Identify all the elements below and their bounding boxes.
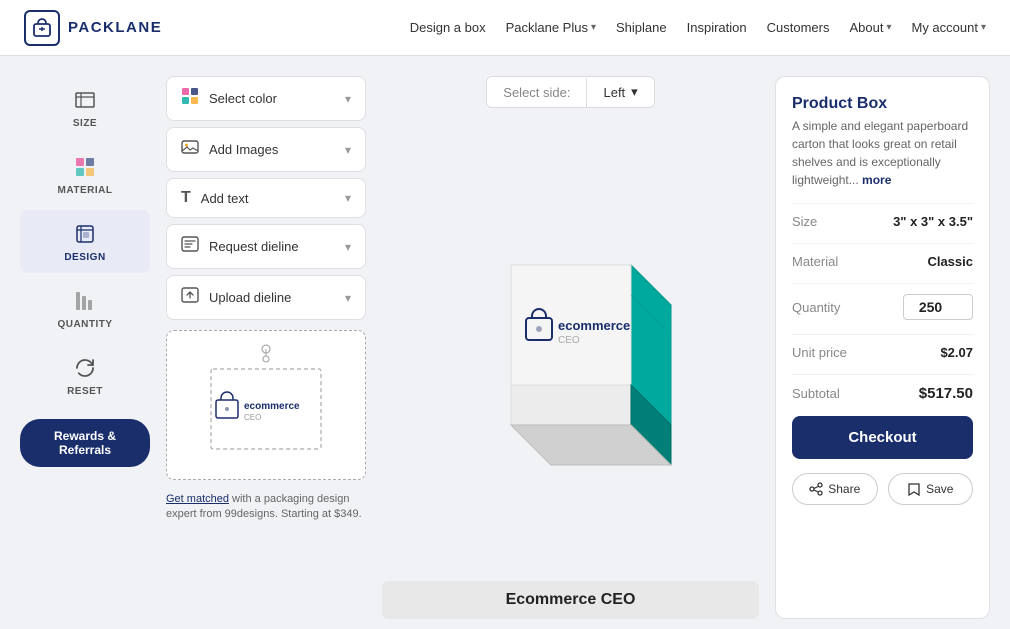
nav-design-a-box[interactable]: Design a box (410, 20, 486, 35)
product-box-3d: ecommerce CEO (431, 205, 711, 485)
quantity-input[interactable] (903, 294, 973, 320)
logo-area: PACKLANE (24, 10, 162, 46)
product-description: A simple and elegant paperboard carton t… (792, 117, 973, 189)
select-side-dropdown[interactable]: Left ▾ (587, 77, 653, 107)
text-icon: T (181, 189, 191, 207)
logo-icon (24, 10, 60, 46)
size-icon (71, 86, 99, 114)
select-side-bar: Select side: Left ▾ (486, 76, 654, 108)
add-images-option[interactable]: Add Images ▾ (166, 127, 366, 172)
action-row: Share Save (792, 473, 973, 505)
chevron-down-icon: ▾ (886, 22, 891, 33)
product-title: Product Box (792, 95, 973, 113)
svg-text:ecommerce: ecommerce (558, 318, 630, 333)
get-matched-link[interactable]: Get matched (166, 493, 229, 505)
chevron-down-icon: ▾ (345, 191, 351, 205)
bookmark-icon (907, 482, 921, 496)
select-color-option[interactable]: Select color ▾ (166, 76, 366, 121)
chevron-down-icon: ▾ (345, 291, 351, 305)
checkout-button[interactable]: Checkout (792, 416, 973, 459)
box-3d-container: ecommerce CEO (382, 120, 759, 569)
chevron-down-icon: ▾ (345, 143, 351, 157)
sidebar-item-design[interactable]: DESIGN (20, 210, 150, 273)
product-name-bar: Ecommerce CEO (382, 581, 759, 619)
share-icon (809, 482, 823, 496)
navbar: PACKLANE Design a box Packlane Plus ▾ Sh… (0, 0, 1010, 56)
material-icon (71, 153, 99, 181)
sidebar-item-reset[interactable]: RESET (20, 344, 150, 407)
nav-about[interactable]: About ▾ (849, 20, 891, 35)
nav-inspiration[interactable]: Inspiration (687, 20, 747, 35)
main-content: SIZE MATERIAL DESIGN (0, 56, 1010, 629)
dieline-icon (181, 235, 199, 258)
design-panel: Select color ▾ Add Images ▾ T Add tex (166, 76, 366, 619)
get-matched-text: Get matched with a packaging design expe… (166, 492, 366, 523)
spec-row-quantity: Quantity (792, 283, 973, 320)
logo-text: PACKLANE (68, 19, 162, 36)
request-dieline-option[interactable]: Request dieline ▾ (166, 224, 366, 269)
nav-my-account[interactable]: My account ▾ (911, 20, 986, 35)
sidebar-item-material[interactable]: MATERIAL (20, 143, 150, 206)
spec-row-size: Size 3" x 3" x 3.5" (792, 203, 973, 229)
left-sidebar: SIZE MATERIAL DESIGN (20, 76, 150, 619)
quantity-icon (71, 287, 99, 315)
more-link[interactable]: more (862, 173, 891, 187)
upload-icon (181, 286, 199, 309)
image-icon (181, 138, 199, 161)
save-button[interactable]: Save (888, 473, 974, 505)
spec-row-material: Material Classic (792, 243, 973, 269)
nav-packlane-plus[interactable]: Packlane Plus ▾ (506, 20, 596, 35)
design-icon (71, 220, 99, 248)
nav-shiplane[interactable]: Shiplane (616, 20, 667, 35)
select-side-label: Select side: (487, 78, 587, 107)
add-text-option[interactable]: T Add text ▾ (166, 178, 366, 218)
design-preview: ecommerce CEO (166, 330, 366, 480)
svg-text:CEO: CEO (558, 335, 580, 346)
chevron-down-icon: ▾ (631, 84, 638, 100)
right-panel: Product Box A simple and elegant paperbo… (775, 76, 990, 619)
center-area: Select side: Left ▾ (382, 76, 759, 619)
spec-row-unit-price: Unit price $2.07 (792, 334, 973, 360)
svg-text:CEO: CEO (244, 413, 261, 422)
nav-links: Design a box Packlane Plus ▾ Shiplane In… (410, 20, 986, 35)
subtotal-row: Subtotal $517.50 (792, 374, 973, 402)
color-icon (181, 87, 199, 110)
chevron-down-icon: ▾ (981, 22, 986, 33)
chevron-down-icon: ▾ (345, 240, 351, 254)
upload-dieline-option[interactable]: Upload dieline ▾ (166, 275, 366, 320)
share-button[interactable]: Share (792, 473, 878, 505)
sidebar-item-size[interactable]: SIZE (20, 76, 150, 139)
reset-icon (71, 354, 99, 382)
sidebar-item-quantity[interactable]: QUANTITY (20, 277, 150, 340)
nav-customers[interactable]: Customers (767, 20, 830, 35)
rewards-button[interactable]: Rewards & Referrals (20, 419, 150, 467)
chevron-down-icon: ▾ (345, 92, 351, 106)
svg-text:ecommerce: ecommerce (244, 401, 300, 412)
chevron-down-icon: ▾ (591, 22, 596, 33)
